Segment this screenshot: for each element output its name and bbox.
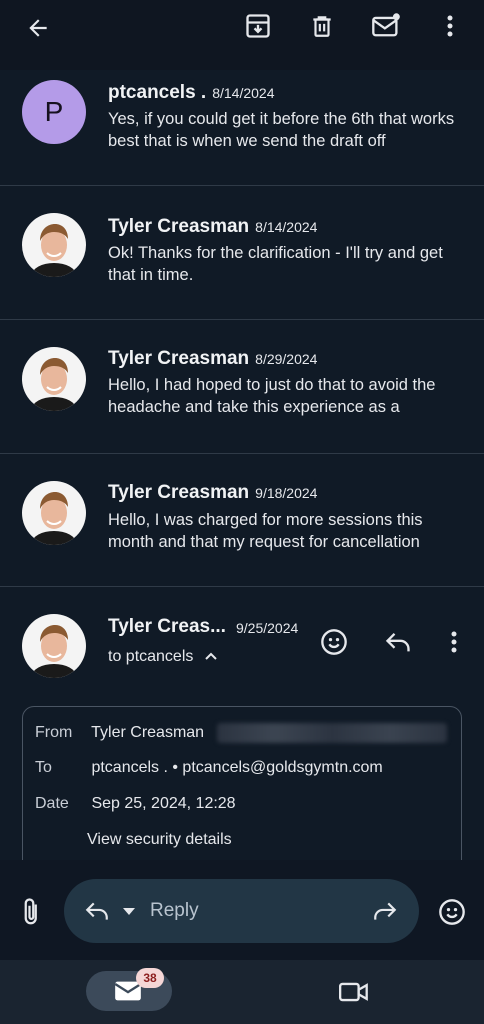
back-button[interactable] — [18, 8, 58, 48]
add-reaction-button[interactable] — [314, 622, 354, 662]
emoji-icon — [321, 629, 347, 655]
message-expanded: Tyler Creas... 9/25/2024 to ptcancels Fr… — [0, 586, 484, 860]
arrow-left-icon — [29, 19, 47, 37]
date-label: Date — [35, 795, 69, 812]
from-row: From Tyler Creasman — [35, 723, 447, 743]
more-options-button[interactable] — [430, 6, 470, 46]
profile-photo — [22, 614, 86, 678]
from-label: From — [35, 724, 73, 742]
email-thread: P ptcancels . 8/14/2024 Yes, if you could… — [0, 70, 484, 860]
sender-label: Tyler Creasman — [108, 482, 250, 503]
message-date: 8/14/2024 — [212, 85, 275, 101]
top-app-bar — [0, 0, 484, 70]
sender-label: Tyler Creasman — [108, 348, 250, 369]
avatar — [22, 347, 86, 411]
security-details-link[interactable]: View security details — [87, 831, 232, 849]
chevron-up-icon — [205, 652, 217, 660]
reply-button[interactable] — [378, 622, 418, 662]
reply-icon — [385, 633, 410, 652]
mail-unread-icon — [372, 13, 400, 37]
message-snippet: Yes, if you could get it before the 6th … — [108, 110, 455, 150]
date-row: Date Sep 25, 2024, 12:28 — [35, 795, 236, 813]
recipients-toggle[interactable]: to ptcancels — [108, 648, 218, 666]
video-camera-icon — [339, 982, 368, 1002]
message-collapsed[interactable]: P ptcancels . 8/14/2024 Yes, if you could… — [0, 70, 484, 186]
more-vertical-icon — [451, 631, 457, 653]
redacted-email — [216, 723, 447, 743]
profile-photo — [22, 481, 86, 545]
trash-icon — [313, 16, 331, 37]
from-value: Tyler Creasman — [91, 724, 205, 742]
reply-input[interactable]: Reply — [64, 879, 419, 943]
sender-name: Tyler Creasman 9/18/2024 — [108, 482, 317, 504]
message-snippet: Hello, I was charged for more sessions t… — [108, 511, 423, 551]
reply-placeholder: Reply — [150, 900, 199, 921]
more-vertical-icon — [447, 15, 453, 37]
to-line: to ptcancels — [108, 648, 194, 665]
avatar: P — [22, 80, 86, 144]
delete-button[interactable] — [302, 6, 342, 46]
unread-count-badge: 38 — [136, 968, 164, 988]
to-row: To ptcancels . • ptcancels@goldsgymtn.co… — [35, 759, 383, 777]
message-collapsed[interactable]: Tyler Creasman 8/14/2024 Ok! Thanks for t… — [0, 186, 484, 320]
to-label: To — [35, 759, 52, 776]
emoji-icon — [439, 899, 465, 925]
attach-button[interactable] — [12, 892, 52, 932]
sender-name: Tyler Creasman 8/29/2024 — [108, 348, 317, 370]
archive-icon — [246, 14, 270, 38]
message-date: 8/14/2024 — [255, 219, 318, 235]
message-date: 8/29/2024 — [255, 351, 318, 367]
message-more-button[interactable] — [434, 622, 474, 662]
message-date: 9/18/2024 — [255, 485, 318, 501]
paperclip-icon — [24, 898, 37, 925]
message-date: 9/25/2024 — [236, 620, 299, 636]
forward-icon[interactable] — [372, 900, 398, 922]
sender-name: Tyler Creasman 8/14/2024 — [108, 216, 317, 238]
archive-button[interactable] — [238, 6, 278, 46]
reply-bar: Reply — [0, 860, 484, 960]
reply-icon — [85, 902, 108, 920]
caret-down-icon[interactable] — [122, 907, 136, 917]
to-value: ptcancels . • ptcancels@goldsgymtn.com — [91, 759, 383, 776]
emoji-button[interactable] — [432, 892, 472, 932]
message-collapsed[interactable]: Tyler Creasman 9/18/2024 Hello, I was cha… — [0, 453, 484, 587]
date-value: Sep 25, 2024, 12:28 — [91, 795, 236, 812]
sender-name: ptcancels . 8/14/2024 — [108, 82, 275, 104]
profile-photo — [22, 213, 86, 277]
profile-photo — [22, 347, 86, 411]
message-snippet: Hello, I had hoped to just do that to av… — [108, 376, 436, 416]
message-snippet: Ok! Thanks for the clarification - I'll … — [108, 244, 443, 284]
sender-label: Tyler Creasman — [108, 216, 250, 237]
message-details-card: From Tyler Creasman To ptcancels . • ptc… — [22, 706, 462, 860]
avatar — [22, 614, 86, 678]
avatar — [22, 213, 86, 277]
mark-unread-button[interactable] — [366, 6, 406, 46]
bottom-navigation: 38 — [0, 960, 484, 1024]
sender-name: Tyler Creas... — [108, 616, 226, 637]
message-collapsed[interactable]: Tyler Creasman 8/29/2024 Hello, I had hop… — [0, 320, 484, 454]
sender-label: ptcancels . — [108, 82, 207, 103]
nav-meet-tab[interactable] — [334, 972, 374, 1012]
avatar — [22, 481, 86, 545]
